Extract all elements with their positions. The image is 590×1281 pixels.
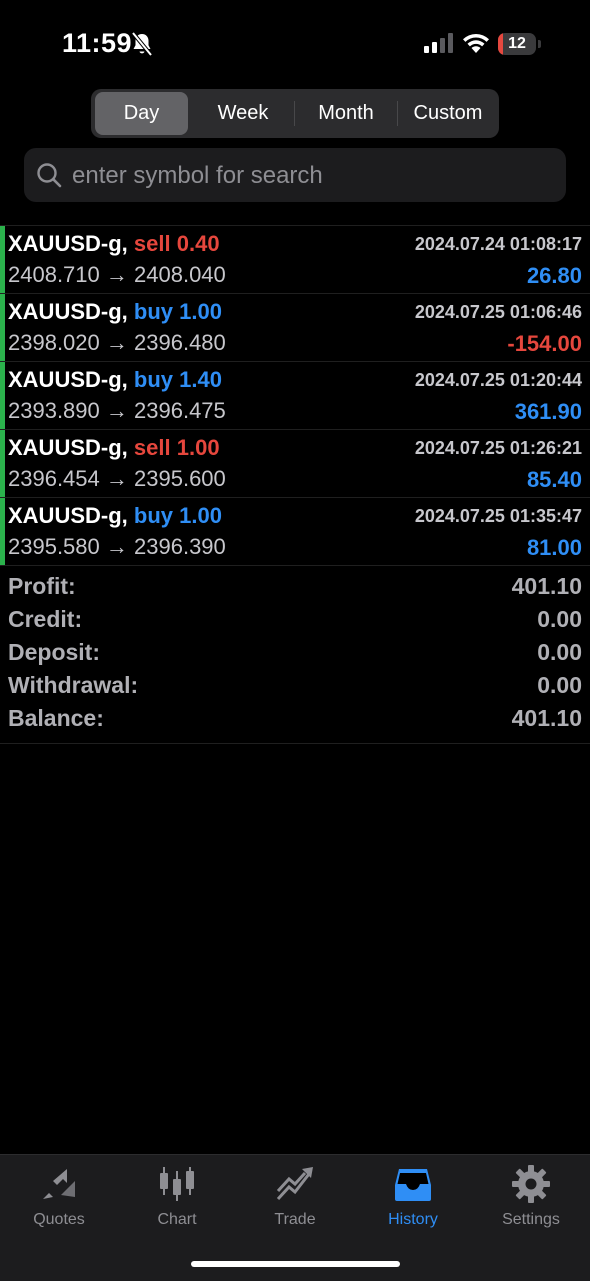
- battery-level: 12: [508, 35, 526, 52]
- tab-quotes[interactable]: Quotes: [0, 1165, 118, 1235]
- trade-prices: 2393.890 → 2396.475: [8, 398, 226, 423]
- settings-icon: [512, 1165, 550, 1203]
- trade-icon: [276, 1167, 313, 1201]
- trade-prices: 2396.454 → 2395.600: [8, 466, 226, 491]
- battery-indicator: 12: [498, 31, 542, 57]
- summary-value: 401.10: [511, 705, 582, 731]
- summary-deposit: Deposit: 0.00: [0, 637, 590, 670]
- trade-volume: 1.40: [179, 367, 222, 392]
- tab-label: Chart: [157, 1211, 197, 1228]
- trade-symbol: XAUUSD-g, buy 1.00: [8, 299, 222, 324]
- history-icon: [395, 1169, 431, 1201]
- trade-side: buy: [133, 299, 174, 324]
- trade-date: 2024.07.25 01:35:47: [414, 506, 582, 526]
- trade-side: sell: [133, 435, 171, 460]
- tab-label: History: [388, 1211, 438, 1228]
- summary-value: 0.00: [537, 672, 582, 698]
- tab-history[interactable]: History: [354, 1165, 472, 1235]
- status-bar: 11:59 12: [0, 0, 590, 88]
- trade-profit: 361.90: [514, 399, 582, 424]
- position-marker: [0, 430, 5, 497]
- trade-date: 2024.07.24 01:08:17: [414, 234, 582, 254]
- summary-label: Withdrawal:: [8, 672, 139, 698]
- trade-profit: 26.80: [526, 263, 582, 288]
- quotes-icon: [43, 1169, 75, 1199]
- tab-chart[interactable]: Chart: [118, 1165, 236, 1235]
- trade-row[interactable]: XAUUSD-g, buy 1.00 2024.07.25 01:06:46 2…: [0, 294, 590, 362]
- search-bar: [24, 148, 566, 202]
- trade-volume: 1.00: [179, 299, 222, 324]
- trade-row[interactable]: XAUUSD-g, buy 1.40 2024.07.25 01:20:44 2…: [0, 362, 590, 430]
- summary-label: Credit:: [8, 606, 83, 632]
- trade-side: sell: [133, 231, 171, 256]
- summary-withdrawal: Withdrawal: 0.00: [0, 670, 590, 703]
- cellular-signal-icon: [424, 33, 453, 53]
- tab-week[interactable]: Week: [193, 92, 293, 135]
- tab-day[interactable]: Day: [95, 92, 188, 135]
- summary-label: Profit:: [8, 573, 76, 599]
- summary-balance: Balance: 401.10: [0, 703, 590, 736]
- trade-symbol: XAUUSD-g, buy 1.40: [8, 367, 222, 392]
- trade-volume: 0.40: [176, 231, 220, 256]
- trade-symbol: XAUUSD-g, sell 0.40: [8, 231, 220, 256]
- home-indicator: [191, 1261, 400, 1267]
- summary-value: 0.00: [537, 639, 582, 665]
- trade-history-list: XAUUSD-g, sell 0.40 2024.07.24 01:08:17 …: [0, 225, 590, 566]
- trade-side: buy: [133, 503, 174, 528]
- account-summary: Profit: 401.10 Credit: 0.00 Deposit: 0.0…: [0, 571, 590, 744]
- tab-label: Settings: [502, 1211, 560, 1228]
- trade-profit: -154.00: [507, 331, 582, 356]
- summary-value: 0.00: [537, 606, 582, 632]
- segment-divider: [294, 101, 295, 126]
- tab-month[interactable]: Month: [296, 92, 396, 135]
- trade-side: buy: [133, 367, 174, 392]
- trade-symbol: XAUUSD-g, buy 1.00: [8, 503, 222, 528]
- trade-volume: 1.00: [176, 435, 220, 460]
- summary-credit: Credit: 0.00: [0, 604, 590, 637]
- search-icon: [37, 163, 62, 188]
- summary-label: Deposit:: [8, 639, 100, 665]
- trade-row[interactable]: XAUUSD-g, buy 1.00 2024.07.25 01:35:47 2…: [0, 498, 590, 566]
- position-marker: [0, 226, 5, 293]
- wifi-icon: [463, 33, 489, 53]
- trade-row[interactable]: XAUUSD-g, sell 0.40 2024.07.24 01:08:17 …: [0, 225, 590, 294]
- trade-profit: 81.00: [526, 535, 582, 560]
- summary-value: 401.10: [511, 573, 582, 599]
- tab-label: Quotes: [33, 1211, 85, 1228]
- trade-date: 2024.07.25 01:06:46: [414, 302, 582, 322]
- status-time: 11:59: [62, 28, 133, 58]
- trade-date: 2024.07.25 01:20:44: [414, 370, 582, 390]
- trade-profit: 85.40: [526, 467, 582, 492]
- trade-date: 2024.07.25 01:26:21: [414, 438, 582, 458]
- tab-settings[interactable]: Settings: [472, 1165, 590, 1235]
- period-selector: Day Week Month Custom: [91, 89, 499, 138]
- trade-prices: 2408.710 → 2408.040: [8, 262, 226, 287]
- chart-icon: [160, 1167, 194, 1201]
- trade-symbol: XAUUSD-g, sell 1.00: [8, 435, 220, 460]
- trade-prices: 2398.020 → 2396.480: [8, 330, 226, 355]
- bell-muted-icon: [131, 31, 153, 57]
- trade-prices: 2395.580 → 2396.390: [8, 534, 226, 559]
- tab-label: Trade: [274, 1211, 316, 1228]
- position-marker: [0, 498, 5, 565]
- summary-profit: Profit: 401.10: [0, 571, 590, 604]
- trade-volume: 1.00: [179, 503, 222, 528]
- search-input[interactable]: [70, 156, 554, 196]
- summary-label: Balance:: [8, 705, 104, 731]
- position-marker: [0, 294, 5, 361]
- position-marker: [0, 362, 5, 429]
- tab-trade[interactable]: Trade: [236, 1165, 354, 1235]
- tab-custom[interactable]: Custom: [398, 92, 498, 135]
- trade-row[interactable]: XAUUSD-g, sell 1.00 2024.07.25 01:26:21 …: [0, 430, 590, 498]
